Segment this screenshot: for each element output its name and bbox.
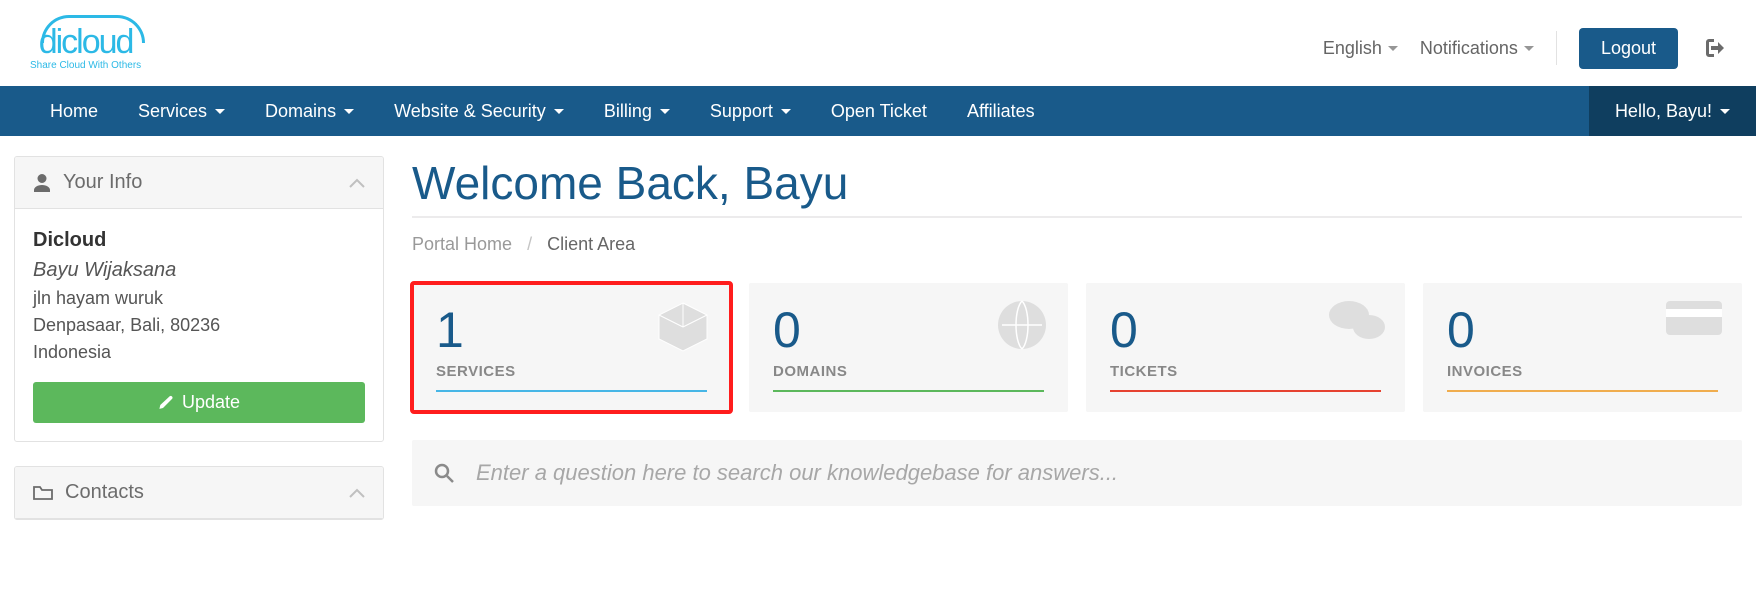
nav-affiliates[interactable]: Affiliates (947, 86, 1055, 136)
nav-open-ticket[interactable]: Open Ticket (811, 86, 947, 136)
user-icon (33, 173, 51, 193)
breadcrumb-active: Client Area (547, 234, 635, 254)
breadcrumb: Portal Home / Client Area (412, 234, 1742, 255)
stat-domains-bar (773, 390, 1044, 392)
nav-support[interactable]: Support (690, 86, 811, 136)
nav-domains-label: Domains (265, 101, 336, 122)
nav-open-ticket-label: Open Ticket (831, 101, 927, 122)
caret-down-icon (344, 109, 354, 114)
sidebar: Your Info Dicloud Bayu Wijaksana jln hay… (14, 156, 384, 520)
language-dropdown[interactable]: English (1323, 38, 1398, 59)
caret-down-icon (215, 109, 225, 114)
nav-left: Home Services Domains Website & Security… (0, 86, 1055, 136)
credit-card-icon (1664, 297, 1724, 339)
kb-search-input[interactable] (476, 460, 1720, 486)
kb-search (412, 440, 1742, 506)
info-company: Dicloud (33, 229, 106, 251)
nav-services-label: Services (138, 101, 207, 122)
chevron-up-icon (349, 488, 365, 498)
nav-website-security-label: Website & Security (394, 101, 546, 122)
contacts-header[interactable]: Contacts (15, 467, 383, 519)
stat-tickets[interactable]: 0 TICKETS (1086, 283, 1405, 412)
update-button[interactable]: Update (33, 382, 365, 423)
nav-user-dropdown[interactable]: Hello, Bayu! (1589, 86, 1756, 136)
nav-affiliates-label: Affiliates (967, 101, 1035, 122)
sign-out-icon[interactable] (1700, 36, 1726, 60)
cube-icon (653, 297, 713, 357)
stat-invoices[interactable]: 0 INVOICES (1423, 283, 1742, 412)
nav-billing[interactable]: Billing (584, 86, 690, 136)
page-container: Your Info Dicloud Bayu Wijaksana jln hay… (0, 136, 1756, 520)
your-info-body: Dicloud Bayu Wijaksana jln hayam wuruk D… (15, 209, 383, 382)
pencil-icon (158, 395, 174, 411)
comments-icon (1327, 297, 1387, 345)
logout-button[interactable]: Logout (1579, 28, 1678, 69)
your-info-panel: Your Info Dicloud Bayu Wijaksana jln hay… (14, 156, 384, 442)
title-divider (412, 216, 1742, 218)
nav-support-label: Support (710, 101, 773, 122)
topbar-right: English Notifications Logout (1323, 28, 1726, 69)
contacts-title: Contacts (65, 481, 144, 504)
contacts-panel: Contacts (14, 466, 384, 520)
stats-row: 1 SERVICES 0 DOMAINS 0 TICKETS (412, 283, 1742, 412)
nav-domains[interactable]: Domains (245, 86, 374, 136)
nav-website-security[interactable]: Website & Security (374, 86, 584, 136)
caret-down-icon (1720, 109, 1730, 114)
stat-services[interactable]: 1 SERVICES (412, 283, 731, 412)
page-title: Welcome Back, Bayu (412, 156, 1742, 210)
chevron-up-icon (349, 178, 365, 188)
folder-icon (33, 485, 53, 501)
info-addr3: Indonesia (33, 342, 111, 362)
globe-icon (994, 297, 1050, 353)
caret-down-icon (781, 109, 791, 114)
logout-label: Logout (1601, 38, 1656, 58)
stat-tickets-bar (1110, 390, 1381, 392)
main-content: Welcome Back, Bayu Portal Home / Client … (412, 156, 1742, 520)
stat-invoices-bar (1447, 390, 1718, 392)
your-info-title: Your Info (63, 171, 142, 194)
info-name: Bayu Wijaksana (33, 259, 176, 281)
notifications-label: Notifications (1420, 38, 1518, 59)
stat-domains-label: DOMAINS (773, 363, 1044, 380)
your-info-header[interactable]: Your Info (15, 157, 383, 209)
nav-user-label: Hello, Bayu! (1615, 101, 1712, 122)
nav-billing-label: Billing (604, 101, 652, 122)
nav-home-label: Home (50, 101, 98, 122)
stat-tickets-label: TICKETS (1110, 363, 1381, 380)
main-nav: Home Services Domains Website & Security… (0, 86, 1756, 136)
caret-down-icon (660, 109, 670, 114)
stat-invoices-label: INVOICES (1447, 363, 1718, 380)
language-label: English (1323, 38, 1382, 59)
logo-tagline: Share Cloud With Others (30, 61, 141, 71)
breadcrumb-root[interactable]: Portal Home (412, 234, 512, 254)
info-addr1: jln hayam wuruk (33, 288, 163, 308)
stat-services-bar (436, 390, 707, 392)
search-icon (434, 463, 454, 483)
logo-cloud-arc-icon (41, 15, 145, 43)
logo[interactable]: dicloud Share Cloud With Others (30, 25, 141, 71)
stat-domains[interactable]: 0 DOMAINS (749, 283, 1068, 412)
caret-down-icon (1524, 46, 1534, 51)
update-label: Update (182, 392, 240, 413)
caret-down-icon (1388, 46, 1398, 51)
breadcrumb-sep: / (517, 234, 542, 254)
stat-services-label: SERVICES (436, 363, 707, 380)
info-addr2: Denpasaar, Bali, 80236 (33, 315, 220, 335)
caret-down-icon (554, 109, 564, 114)
topbar: dicloud Share Cloud With Others English … (0, 0, 1756, 86)
notifications-dropdown[interactable]: Notifications (1420, 38, 1534, 59)
divider (1556, 31, 1557, 65)
nav-services[interactable]: Services (118, 86, 245, 136)
nav-home[interactable]: Home (30, 86, 118, 136)
